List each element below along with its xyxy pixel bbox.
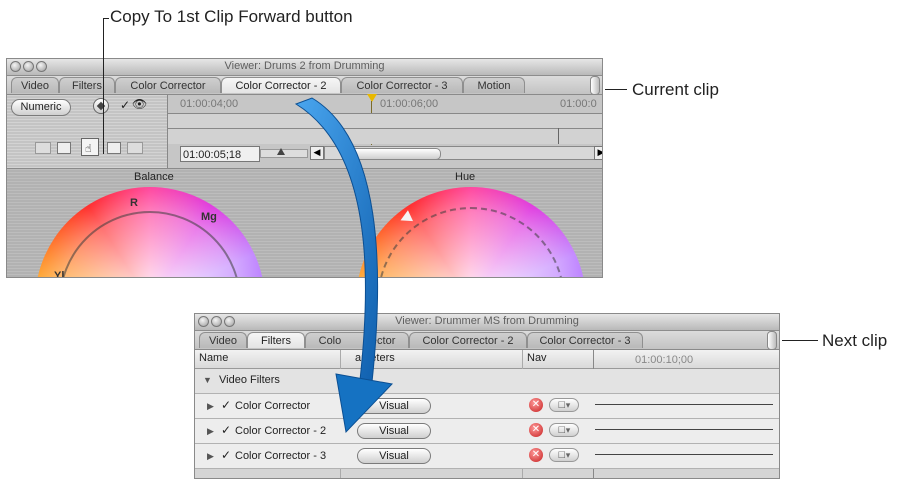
- filters-list-header: Name ameters Nav 01:00:10;00: [195, 350, 779, 369]
- visual-button[interactable]: Visual: [357, 423, 431, 439]
- hue-label: Hue: [455, 171, 476, 183]
- scroll-right-button[interactable]: ▶: [594, 146, 602, 160]
- tab-video[interactable]: Video: [11, 77, 59, 93]
- filter-name: Color Corrector - 2: [235, 425, 327, 437]
- tab-color-corrector-2[interactable]: Color Corrector - 2: [221, 77, 341, 93]
- timecode-marker-1: 01:00:04;00: [180, 98, 239, 110]
- reset-filter-icon[interactable]: ✕: [529, 398, 543, 412]
- zoom-slider[interactable]: [260, 148, 308, 158]
- wheel-label-r: R: [130, 197, 138, 209]
- filter-name: Color Corrector: [235, 400, 311, 412]
- keyframe-bar: [595, 454, 773, 455]
- filter-enable-checkmark-icon[interactable]: ✓: [221, 448, 231, 462]
- filter-row-color-corrector-2[interactable]: ▶ ✓ Color Corrector - 2 Visual ✕ ☐▾: [195, 419, 779, 444]
- timeline-scrollbar[interactable]: [324, 146, 596, 160]
- reset-filter-icon[interactable]: ✕: [529, 448, 543, 462]
- visual-button[interactable]: Visual: [357, 398, 431, 414]
- viewer2-title: Viewer: Drummer MS from Drumming: [395, 315, 579, 327]
- filter-enable-checkmark-icon[interactable]: ✓: [221, 398, 231, 412]
- viewer1-tabbar: Video Filters Color Corrector Color Corr…: [7, 76, 602, 95]
- timecode-marker-3: 01:00:0: [560, 98, 597, 110]
- viewer2-tabbar: Video Filters Colo rector Color Corrector…: [195, 331, 779, 350]
- timeline-scroll-thumb[interactable]: [349, 148, 441, 160]
- copy-from-2nd-back-icon[interactable]: [35, 142, 51, 154]
- color-wheel-panel: Balance Hue R Mg Yl: [7, 168, 602, 278]
- tab-color-corrector[interactable]: Color Corrector: [115, 77, 221, 93]
- tab-color-corrector-label-start: Colo: [318, 335, 342, 347]
- tab-color-corrector-3[interactable]: Color Corrector - 3: [527, 332, 643, 348]
- balance-label: Balance: [134, 171, 174, 183]
- playhead-icon[interactable]: [367, 94, 377, 102]
- disclosure-open-icon[interactable]: ▼: [203, 375, 212, 385]
- visual-button[interactable]: Visual: [357, 448, 431, 464]
- callout-next-clip-line: [782, 340, 818, 341]
- tab-color-corrector-3[interactable]: Color Corrector - 3: [341, 77, 463, 93]
- column-header-nav[interactable]: Nav: [527, 352, 547, 364]
- disclosure-closed-icon[interactable]: ▶: [207, 401, 214, 412]
- column-header-name[interactable]: Name: [199, 352, 228, 364]
- tab-color-corrector[interactable]: Colo rector: [305, 332, 409, 348]
- column-header-timecode: 01:00:10;00: [635, 354, 694, 366]
- current-timecode-field[interactable]: 01:00:05;18: [180, 146, 260, 162]
- nav-menu-icon[interactable]: ☐▾: [549, 448, 579, 462]
- column-header-parameters[interactable]: ameters: [355, 352, 395, 364]
- numeric-button[interactable]: Numeric: [11, 99, 71, 116]
- reset-filter-icon[interactable]: ✕: [529, 423, 543, 437]
- wheel-label-yl: Yl: [54, 270, 65, 278]
- viewer1-timeline: 01:00:04;00 01:00:06;00 01:00:0 01:00:05…: [167, 94, 602, 168]
- disclosure-closed-icon[interactable]: ▶: [207, 426, 214, 437]
- viewer1-title: Viewer: Drums 2 from Drumming: [224, 60, 385, 72]
- tab-filters[interactable]: Filters: [59, 77, 115, 93]
- hand-cursor-icon: ☝: [85, 142, 92, 155]
- video-filters-label: Video Filters: [219, 374, 280, 386]
- tab-color-corrector-2[interactable]: Color Corrector - 2: [409, 332, 527, 348]
- visibility-eye-icon[interactable]: 👁: [132, 97, 147, 111]
- enable-checkmark-icon[interactable]: ✓: [120, 98, 130, 112]
- nav-menu-icon[interactable]: ☐▾: [549, 423, 579, 437]
- filter-row-color-corrector-3[interactable]: ▶ ✓ Color Corrector - 3 Visual ✕ ☐▾: [195, 444, 779, 469]
- zoom-slider-thumb-icon: [277, 148, 285, 155]
- tab-motion[interactable]: Motion: [463, 77, 525, 93]
- video-filters-group-row[interactable]: ▼ Video Filters: [195, 369, 779, 394]
- tab-color-corrector-label-end: rector: [367, 335, 396, 347]
- copy-buttons-group: ☝: [35, 138, 145, 159]
- keyframe-bar: [595, 404, 773, 405]
- keyframe-bar: [595, 429, 773, 430]
- callout-copy-forward-line-v: [103, 18, 104, 154]
- timecode-marker-2: 01:00:06;00: [380, 98, 439, 110]
- filter-name: Color Corrector - 3: [235, 450, 327, 462]
- keyframe-track: [168, 113, 602, 144]
- filter-enable-checkmark-icon[interactable]: ✓: [221, 423, 231, 437]
- disclosure-closed-icon[interactable]: ▶: [207, 451, 214, 462]
- copy-to-2nd-forward-icon[interactable]: [107, 142, 121, 154]
- callout-next-clip: Next clip: [822, 331, 888, 350]
- tab-filters[interactable]: Filters: [247, 332, 305, 348]
- scroll-left-button[interactable]: ◀: [310, 146, 324, 160]
- copy-to-1st-forward-button[interactable]: ☝: [81, 138, 99, 156]
- viewer2-titlebar: Viewer: Drummer MS from Drumming: [195, 314, 779, 331]
- copy-to-forward-extra-icon[interactable]: [127, 142, 143, 154]
- viewer1-titlebar: Viewer: Drums 2 from Drumming: [7, 59, 602, 76]
- tab-video[interactable]: Video: [199, 332, 247, 348]
- viewer1-controls-panel: Numeric ✓ 👁 ☝: [7, 95, 167, 168]
- filter-row-color-corrector[interactable]: ▶ ✓ Color Corrector Visual ✕ ☐▾: [195, 394, 779, 419]
- callout-current-clip-line: [605, 89, 627, 90]
- keyframe-button[interactable]: [93, 98, 109, 114]
- wheel-label-mg: Mg: [201, 211, 217, 223]
- callout-current-clip: Current clip: [632, 80, 719, 99]
- nav-menu-icon[interactable]: ☐▾: [549, 398, 579, 412]
- viewer2-resize-handle[interactable]: [767, 331, 777, 350]
- viewer1-resize-handle[interactable]: [590, 76, 600, 95]
- viewer-window-current: Viewer: Drums 2 from Drumming Video Filt…: [6, 58, 603, 278]
- callout-copy-forward: Copy To 1st Clip Forward button: [110, 7, 353, 26]
- copy-from-1st-back-icon[interactable]: [57, 142, 71, 154]
- viewer-window-next: Viewer: Drummer MS from Drumming Video F…: [194, 313, 780, 479]
